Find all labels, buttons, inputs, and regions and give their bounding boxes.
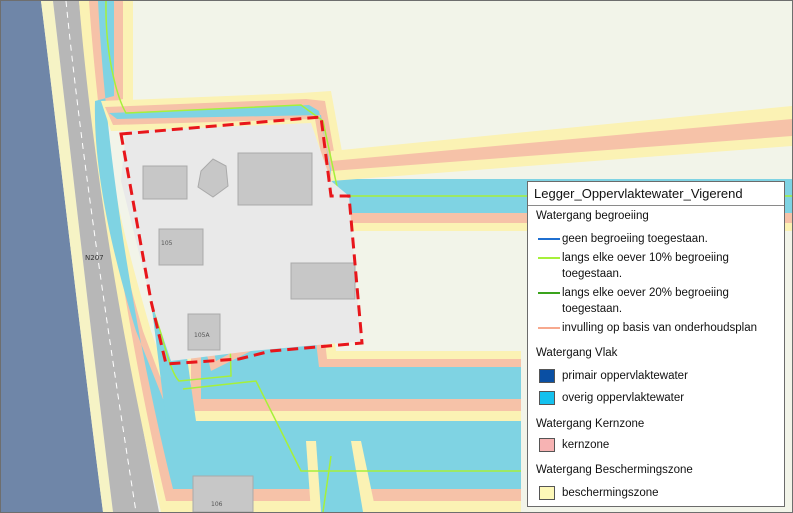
legend-item-10-procent: langs elke oever 10% begroeiing toegesta… bbox=[536, 250, 772, 282]
fill-swatch-icon bbox=[536, 438, 562, 452]
legend-section-vlak: Watergang Vlak bbox=[536, 347, 618, 359]
line-symbol-icon bbox=[536, 232, 562, 246]
legend-section-kernzone: Watergang Kernzone bbox=[536, 418, 645, 430]
house-label-106: 106 bbox=[211, 501, 223, 508]
legend-item-kernzone: kernzone bbox=[536, 437, 772, 453]
line-symbol-icon bbox=[536, 321, 562, 335]
legend-item-20-procent: langs elke oever 20% begroeiing toegesta… bbox=[536, 285, 772, 317]
fill-swatch-icon bbox=[536, 369, 562, 383]
legend-item-onderhoudsplan: invulling op basis van onderhoudsplan bbox=[536, 320, 772, 336]
legend-item-geen-begroeiing: geen begroeiing toegestaan. bbox=[536, 231, 772, 247]
house-label-105: 105 bbox=[161, 240, 173, 247]
house-label-105a: 105A bbox=[194, 332, 210, 339]
legend-section-begroeiing: Watergang begroeiing bbox=[536, 210, 649, 222]
legend-item-beschermingszone: beschermingszone bbox=[536, 485, 772, 501]
line-symbol-icon bbox=[536, 251, 562, 265]
line-symbol-icon bbox=[536, 286, 562, 300]
fill-swatch-icon bbox=[536, 486, 562, 500]
map-frame: N207 105 105A 106 Legger_Oppervlaktewate… bbox=[0, 0, 793, 513]
road-label: N207 bbox=[85, 254, 104, 262]
map-legend: Legger_Oppervlaktewater_Vigerend Waterga… bbox=[527, 181, 785, 507]
legend-item-overig: overig oppervlaktewater bbox=[536, 390, 772, 406]
legend-item-primair: primair oppervlaktewater bbox=[536, 368, 772, 384]
legend-title: Legger_Oppervlaktewater_Vigerend bbox=[528, 182, 784, 206]
legend-section-beschermingszone: Watergang Beschermingszone bbox=[536, 464, 693, 476]
fill-swatch-icon bbox=[536, 391, 562, 405]
